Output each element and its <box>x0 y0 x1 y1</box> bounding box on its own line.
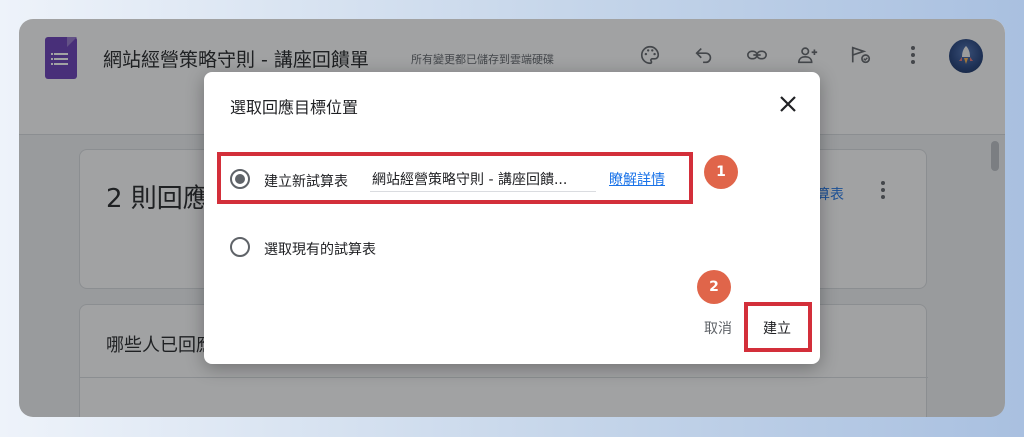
select-destination-dialog: 選取回應目標位置 建立新試算表 網站經營策略守則 - 講座回饋... 瞭解詳情 … <box>204 72 820 364</box>
highlight-box-step1 <box>217 152 693 204</box>
select-existing-spreadsheet-label[interactable]: 選取現有的試算表 <box>264 239 376 259</box>
step-1-badge: 1 <box>704 155 738 189</box>
highlight-box-step2 <box>744 302 812 352</box>
dialog-title: 選取回應目標位置 <box>230 98 359 117</box>
cancel-button[interactable]: 取消 <box>704 318 732 338</box>
step-2-badge: 2 <box>697 270 731 304</box>
radio-select-existing-spreadsheet[interactable] <box>230 237 250 257</box>
close-icon[interactable] <box>776 92 800 116</box>
